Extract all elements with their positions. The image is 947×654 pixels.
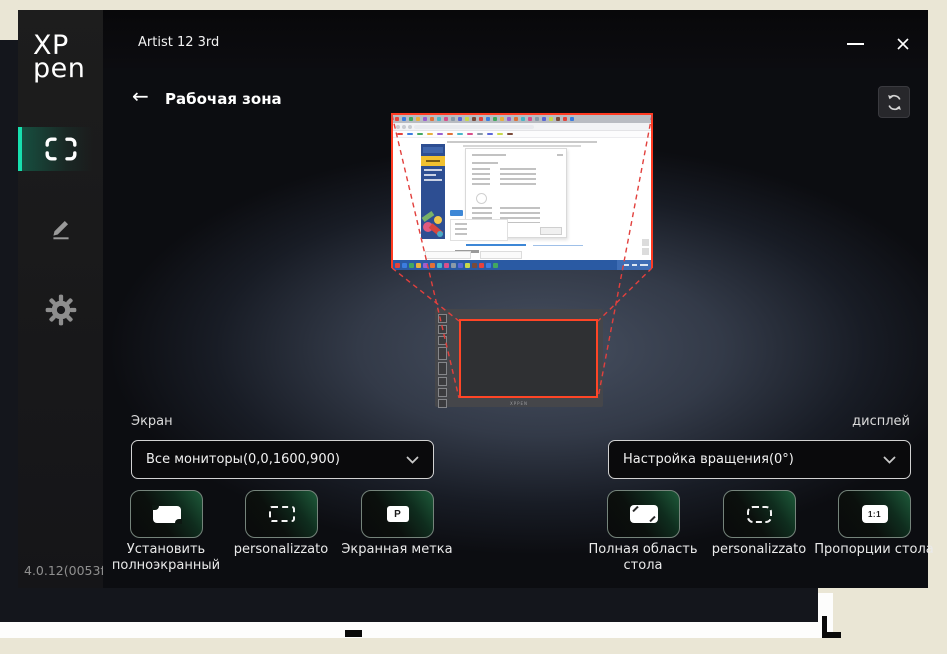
ratio-icon: 1:1 xyxy=(862,505,888,523)
tablet-preview: XPPEN xyxy=(435,309,603,407)
chevron-down-icon xyxy=(883,456,896,464)
full-tablet-area-button[interactable] xyxy=(607,490,680,538)
tablet-proportions-label: Пропорции стола xyxy=(812,542,936,558)
tablet-custom-button[interactable] xyxy=(723,490,796,538)
background-artifact xyxy=(345,630,362,637)
tablet-custom-label: personalizzato xyxy=(697,542,821,558)
screen-preview[interactable] xyxy=(391,113,653,268)
desktop: Artist 12 3rd XP pen xyxy=(0,0,947,654)
sidebar: XP pen xyxy=(18,10,103,588)
sidebar-item-settings[interactable] xyxy=(18,288,103,332)
tablet-active-area[interactable] xyxy=(459,319,598,398)
screen-custom-button[interactable] xyxy=(245,490,318,538)
pen-icon xyxy=(48,215,74,241)
full-tablet-area-icon xyxy=(630,505,658,523)
preview-system-tray xyxy=(617,260,651,270)
close-button[interactable] xyxy=(890,32,916,56)
preview-taskbar xyxy=(393,260,651,270)
preview-address-bar xyxy=(393,123,651,131)
fullscreen-area-icon xyxy=(153,506,181,523)
xppen-app-window: Artist 12 3rd XP pen xyxy=(18,10,928,588)
custom-area-icon xyxy=(747,506,772,523)
page-title: Рабочая зона xyxy=(165,90,282,108)
monitor-select-value: Все мониторы(0,0,1600,900) xyxy=(146,452,340,467)
tablet-proportions-button[interactable]: 1:1 xyxy=(838,490,911,538)
sidebar-item-work-area[interactable] xyxy=(18,127,103,171)
monitor-select[interactable]: Все мониторы(0,0,1600,900) xyxy=(131,440,434,479)
refresh-icon xyxy=(885,93,904,112)
chevron-down-icon xyxy=(406,456,419,464)
window-title: Artist 12 3rd xyxy=(138,35,219,50)
screen-custom-label: personalizzato xyxy=(219,542,343,558)
sidebar-item-pen-settings[interactable] xyxy=(18,206,103,250)
refresh-button[interactable] xyxy=(878,86,910,118)
screen-marker-label: Экранная метка xyxy=(335,542,459,558)
rotation-select[interactable]: Настройка вращения(0°) xyxy=(608,440,911,479)
minimize-button[interactable] xyxy=(842,32,868,56)
preview-bookmarks-bar xyxy=(393,131,651,138)
screen-marker-button[interactable]: P xyxy=(361,490,434,538)
set-fullscreen-label: Установить полноэкранный xyxy=(104,542,228,574)
tablet-express-keys xyxy=(438,314,447,408)
custom-area-icon xyxy=(269,506,295,522)
full-tablet-area-label: Полная область стола xyxy=(581,542,705,574)
preview-webpage xyxy=(393,138,651,260)
screen-marker-icon: P xyxy=(387,506,409,522)
tablet-logo: XPPEN xyxy=(510,401,528,406)
preview-browser-tabs xyxy=(393,115,651,123)
xppen-logo: XP pen xyxy=(33,34,85,80)
work-area-page: ← Рабочая зона xyxy=(103,68,928,588)
minimize-icon xyxy=(847,43,864,45)
preview-blue-sidebar xyxy=(421,144,445,239)
preview-illustration xyxy=(421,209,445,239)
logo-line-2: pen xyxy=(33,57,85,80)
display-label: дисплей xyxy=(852,414,910,429)
background-corner-artifact xyxy=(822,616,841,638)
back-button[interactable]: ← xyxy=(132,86,149,106)
screen-label: Экран xyxy=(131,414,173,429)
background-white-window xyxy=(0,622,833,638)
close-icon xyxy=(895,36,911,52)
rotation-select-value: Настройка вращения(0°) xyxy=(623,452,794,467)
set-fullscreen-button[interactable] xyxy=(130,490,203,538)
titlebar: Artist 12 3rd xyxy=(18,10,928,68)
work-area-icon xyxy=(45,137,77,161)
gear-icon xyxy=(45,294,77,326)
